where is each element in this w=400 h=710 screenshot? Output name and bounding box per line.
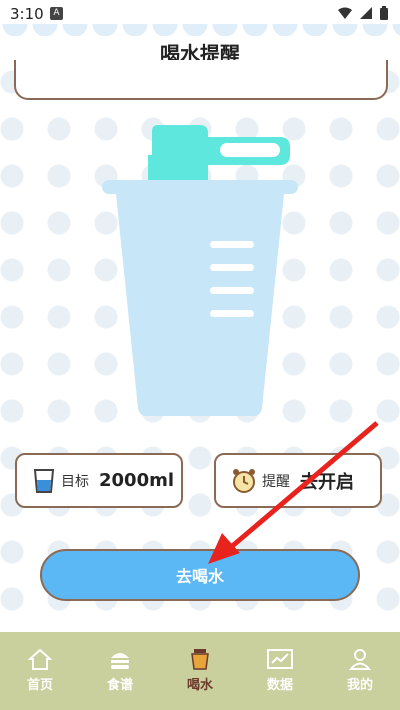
glass-icon [33, 468, 55, 493]
tab-data[interactable]: 数据 [240, 632, 320, 710]
reminder-card[interactable]: 提醒 去开启 [214, 453, 382, 508]
tab-label: 首页 [26, 678, 53, 693]
person-icon [348, 649, 372, 670]
tab-label: 数据 [266, 678, 293, 693]
chart-icon [267, 649, 293, 669]
tab-drink-water[interactable]: 喝水 [160, 632, 240, 710]
tab-label: 食谱 [106, 678, 133, 693]
goal-label: 目标 [61, 473, 89, 490]
tab-home[interactable]: 首页 [0, 632, 80, 710]
tab-label: 喝水 [186, 678, 213, 693]
tab-recipes[interactable]: 食谱 [80, 632, 160, 710]
top-card [14, 60, 388, 100]
alarm-clock-icon [233, 468, 255, 493]
tab-label: 我的 [346, 678, 373, 693]
burger-icon [111, 653, 129, 669]
drink-water-button[interactable]: 去喝水 [40, 549, 360, 601]
water-cup-illustration [100, 125, 300, 420]
cup-icon [191, 649, 209, 670]
home-icon [28, 648, 52, 670]
reminder-value: 去开启 [300, 471, 354, 493]
goal-value: 2000ml [99, 470, 175, 491]
tab-profile[interactable]: 我的 [320, 632, 400, 710]
reminder-label: 提醒 [262, 473, 290, 490]
cloud-decoration [0, 24, 400, 36]
bottom-tab-bar: 首页 食谱 喝水 数据 我的 [0, 632, 400, 710]
water-cup-icon [102, 125, 298, 416]
goal-card[interactable]: 目标 2000ml [15, 453, 183, 508]
